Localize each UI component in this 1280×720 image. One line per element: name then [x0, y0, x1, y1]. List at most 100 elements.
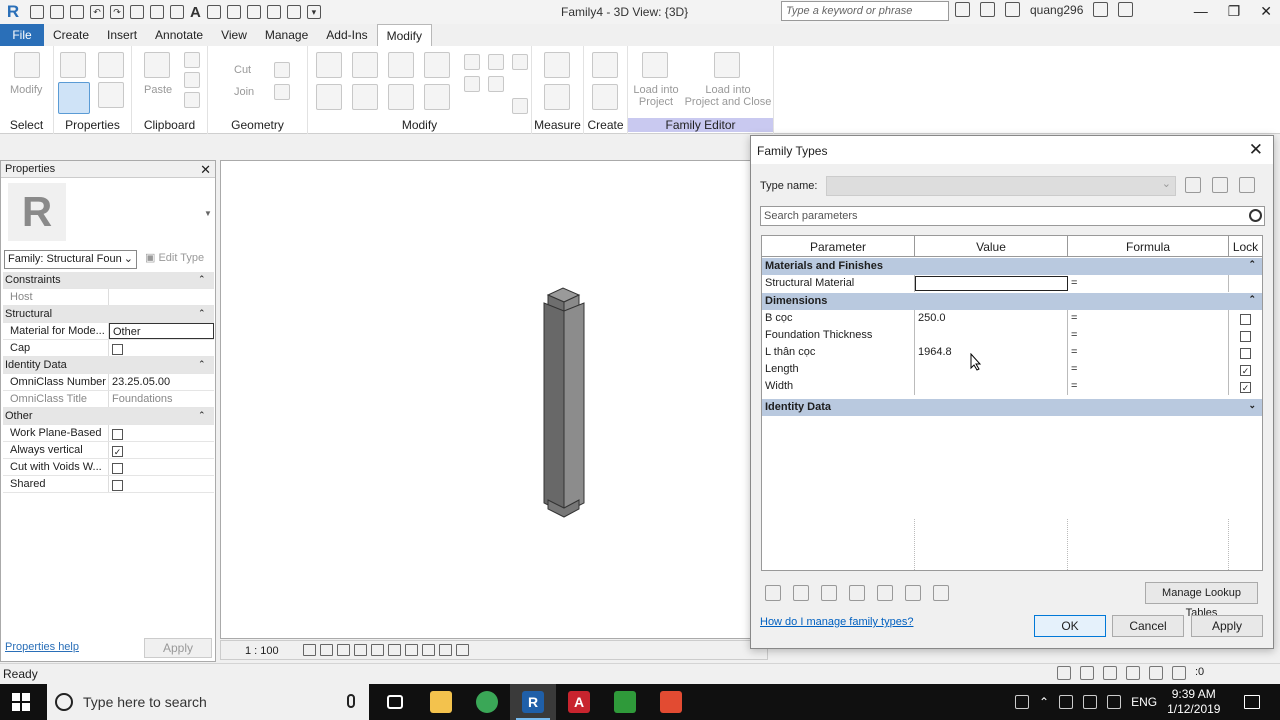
new-type-icon[interactable] [1185, 177, 1201, 193]
folder-sync-icon[interactable] [1083, 695, 1098, 709]
tab-view[interactable]: View [212, 24, 256, 46]
param-formula[interactable]: = [1068, 327, 1229, 344]
load-into-project-label[interactable]: Load into Project [632, 84, 680, 108]
param-formula[interactable]: = [1068, 361, 1229, 378]
select-group-label[interactable]: Select [0, 118, 53, 132]
work-plane-checkbox[interactable] [112, 429, 123, 440]
restore-icon[interactable]: ❐ [1228, 3, 1241, 20]
select-links-icon[interactable] [1057, 666, 1071, 680]
favorites-star-icon[interactable] [1005, 2, 1020, 17]
properties-icon[interactable] [58, 82, 90, 114]
manage-lookup-tables-button[interactable]: Manage Lookup Tables [1145, 582, 1258, 619]
open-icon[interactable] [30, 5, 44, 19]
type-properties-icon[interactable] [98, 82, 124, 108]
file-explorer-button[interactable] [418, 684, 464, 720]
detail-level-icon[interactable] [303, 644, 316, 656]
browser-button[interactable] [464, 684, 510, 720]
create-similar-icon[interactable] [592, 52, 618, 78]
new-parameter-icon[interactable] [793, 585, 809, 601]
collapse-icon[interactable]: ⌃ [198, 306, 214, 322]
cut-voids-checkbox[interactable] [112, 463, 123, 474]
aligned-dimension-icon[interactable] [170, 5, 184, 19]
keyword-search-input[interactable]: Type a keyword or phrase [781, 1, 949, 21]
temp-hide-icon[interactable] [439, 644, 452, 656]
sun-path-icon[interactable] [337, 644, 350, 656]
move-up-icon[interactable] [849, 585, 865, 601]
type-name-select[interactable] [826, 176, 1176, 196]
delete-parameter-icon[interactable] [821, 585, 837, 601]
split-face-icon[interactable] [274, 84, 290, 100]
cancel-button[interactable]: Cancel [1112, 615, 1184, 637]
help-icon[interactable] [1118, 2, 1134, 17]
close-dialog-icon[interactable]: ✕ [1249, 140, 1263, 160]
column-model[interactable] [541, 287, 587, 519]
lock-checkbox[interactable]: ✓ [1240, 365, 1251, 376]
lock-checkbox[interactable]: ✓ [1240, 382, 1251, 393]
cap-checkbox[interactable] [112, 344, 123, 355]
minimize-icon[interactable]: — [1194, 3, 1208, 20]
sync-icon[interactable] [70, 5, 84, 19]
sort-descending-icon[interactable] [933, 585, 949, 601]
param-formula[interactable]: = [1068, 275, 1229, 292]
copy-icon[interactable] [184, 72, 200, 88]
column-lock[interactable]: Lock [1229, 236, 1262, 256]
3d-view-canvas[interactable] [220, 160, 768, 639]
tab-annotate[interactable]: Annotate [146, 24, 212, 46]
param-formula[interactable]: = [1068, 378, 1229, 395]
camtasia-green-button[interactable] [602, 684, 648, 720]
always-vertical-checkbox[interactable]: ✓ [112, 446, 123, 457]
text-icon[interactable]: A [190, 4, 201, 21]
measure-icon[interactable] [150, 5, 164, 19]
ok-button[interactable]: OK [1034, 615, 1106, 637]
lock-checkbox[interactable] [1240, 348, 1251, 359]
collapse-icon[interactable]: ⌃ [1248, 259, 1256, 270]
param-value[interactable]: 1964.8 [915, 344, 1068, 361]
reveal-hidden-icon[interactable] [456, 644, 469, 656]
edit-parameter-icon[interactable] [765, 585, 781, 601]
collapse-icon[interactable]: ⌃ [198, 357, 214, 373]
family-types-help-link[interactable]: How do I manage family types? [760, 616, 913, 628]
properties-help-link[interactable]: Properties help [5, 641, 79, 653]
scale-icon[interactable] [512, 54, 528, 70]
camtasia-button[interactable] [648, 684, 694, 720]
property-value[interactable]: 23.25.05.00 [109, 374, 214, 390]
param-formula[interactable]: = [1068, 344, 1229, 361]
crop-view-icon[interactable] [388, 644, 401, 656]
load-into-project-icon[interactable] [642, 52, 668, 78]
language-indicator[interactable]: ENG [1131, 695, 1157, 709]
select-by-face-icon[interactable] [1126, 666, 1140, 680]
category-identity[interactable]: Identity Data ⌃ [3, 357, 214, 374]
properties-apply-button[interactable]: Apply [144, 638, 212, 658]
param-value-field[interactable] [915, 276, 1068, 291]
select-pinned-icon[interactable] [1103, 666, 1117, 680]
create-group-icon[interactable] [592, 84, 618, 110]
join-label[interactable]: Join [234, 86, 254, 98]
shared-checkbox[interactable] [112, 480, 123, 491]
visual-style-icon[interactable] [320, 644, 333, 656]
search-icon[interactable] [1249, 209, 1262, 222]
param-formula[interactable]: = [1068, 310, 1229, 327]
mirror-axis-icon[interactable] [388, 52, 414, 78]
cart-icon[interactable] [1093, 2, 1109, 17]
customize-qat-icon[interactable]: ▾ [306, 5, 321, 19]
material-value-field[interactable]: Other [109, 323, 214, 339]
tab-insert[interactable]: Insert [98, 24, 146, 46]
collapse-icon[interactable]: ⌃ [198, 408, 214, 424]
clock[interactable]: 9:39 AM 1/12/2019 [1167, 687, 1220, 717]
column-parameter[interactable]: Parameter [762, 236, 915, 256]
redo-icon[interactable]: ↷ [110, 5, 124, 19]
save-icon[interactable] [50, 5, 64, 19]
delete-icon[interactable] [512, 98, 528, 114]
action-center-icon[interactable] [1244, 695, 1261, 709]
binoculars-icon[interactable] [955, 2, 970, 17]
drag-elements-icon[interactable] [1149, 666, 1163, 680]
subscription-icon[interactable] [980, 2, 995, 17]
load-into-project-close-icon[interactable] [714, 52, 740, 78]
move-icon[interactable] [316, 84, 342, 110]
microphone-icon[interactable] [347, 694, 355, 708]
param-value[interactable]: 250.0 [915, 310, 1068, 327]
close-hidden-icon[interactable] [266, 5, 281, 19]
view-scale[interactable]: 1 : 100 [245, 645, 279, 657]
print-icon[interactable] [130, 5, 144, 19]
autocad-taskbar-button[interactable]: A [556, 684, 602, 720]
